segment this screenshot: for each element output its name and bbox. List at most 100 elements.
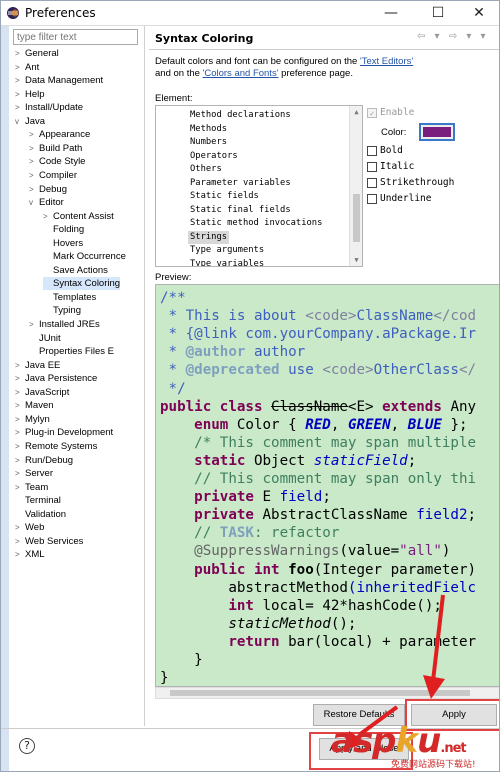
- element-list-item[interactable]: Strings: [188, 230, 230, 244]
- underline-checkbox-row[interactable]: Underline: [367, 193, 431, 206]
- scroll-down-icon[interactable]: ▼: [351, 256, 362, 264]
- tree-item[interactable]: > Server: [15, 467, 53, 480]
- element-list-item[interactable]: Static fields: [188, 190, 261, 203]
- italic-checkbox[interactable]: [367, 161, 377, 172]
- tree-item[interactable]: > Help: [15, 88, 45, 101]
- tree-item[interactable]: > Compiler: [29, 169, 77, 182]
- preview-horizontal-scrollbar[interactable]: [155, 687, 499, 699]
- collapsed-chevron-icon[interactable]: >: [15, 88, 25, 101]
- text-editors-link[interactable]: 'Text Editors': [360, 56, 413, 67]
- collapsed-chevron-icon[interactable]: >: [15, 413, 25, 426]
- tree-item[interactable]: > Maven: [15, 399, 54, 412]
- tree-item[interactable]: Typing: [43, 304, 81, 317]
- strikethrough-checkbox[interactable]: [367, 177, 377, 188]
- collapsed-chevron-icon[interactable]: >: [15, 74, 25, 87]
- element-list-item[interactable]: Operators: [188, 150, 240, 163]
- expanded-chevron-icon[interactable]: v: [15, 115, 25, 128]
- collapsed-chevron-icon[interactable]: >: [15, 548, 25, 561]
- strikethrough-checkbox-row[interactable]: Strikethrough: [367, 177, 454, 190]
- collapsed-chevron-icon[interactable]: >: [15, 535, 25, 548]
- collapsed-chevron-icon[interactable]: >: [15, 386, 25, 399]
- collapsed-chevron-icon[interactable]: >: [29, 169, 39, 182]
- collapsed-chevron-icon[interactable]: >: [29, 318, 39, 331]
- preference-tree[interactable]: > General > Ant > Data Management > Help > Instal…: [9, 47, 139, 567]
- tree-item[interactable]: > Installed JREs: [29, 318, 100, 331]
- collapsed-chevron-icon[interactable]: >: [15, 47, 25, 60]
- collapsed-chevron-icon[interactable]: >: [29, 142, 39, 155]
- collapsed-chevron-icon[interactable]: >: [29, 128, 39, 141]
- bold-checkbox-row[interactable]: Bold: [367, 145, 403, 158]
- italic-checkbox-row[interactable]: Italic: [367, 161, 414, 174]
- close-button[interactable]: ✕: [457, 1, 499, 26]
- tree-item[interactable]: > Ant: [15, 61, 39, 74]
- tree-item[interactable]: > Web Services: [15, 535, 83, 548]
- tree-item[interactable]: > Run/Debug: [15, 454, 73, 467]
- element-list-scrollbar[interactable]: ▲ ▼: [349, 106, 362, 266]
- collapsed-chevron-icon[interactable]: >: [15, 521, 25, 534]
- tree-item[interactable]: Syntax Coloring: [43, 277, 121, 291]
- element-list-item[interactable]: Static method invocations: [188, 217, 324, 230]
- tree-item[interactable]: Validation: [15, 508, 66, 521]
- tree-item[interactable]: > General: [15, 47, 59, 60]
- scroll-thumb[interactable]: [353, 194, 360, 242]
- scroll-thumb[interactable]: [170, 690, 470, 696]
- collapsed-chevron-icon[interactable]: >: [29, 155, 39, 168]
- collapsed-chevron-icon[interactable]: >: [15, 467, 25, 480]
- element-list-item[interactable]: Type variables: [188, 258, 266, 267]
- collapsed-chevron-icon[interactable]: >: [15, 454, 25, 467]
- tree-item[interactable]: v Java: [15, 115, 45, 128]
- tree-item[interactable]: > Data Management: [15, 74, 103, 87]
- tree-item[interactable]: Properties Files E: [29, 345, 114, 358]
- element-list-item[interactable]: Parameter variables: [188, 177, 293, 190]
- enable-checkbox[interactable]: ✓: [367, 107, 377, 118]
- tree-item[interactable]: > Content Assist: [43, 210, 114, 223]
- tree-item[interactable]: > XML: [15, 548, 45, 561]
- filter-input[interactable]: [13, 29, 138, 45]
- tree-item[interactable]: Terminal: [15, 494, 61, 507]
- color-picker-button[interactable]: [419, 123, 455, 141]
- scroll-up-icon[interactable]: ▲: [351, 108, 362, 116]
- collapsed-chevron-icon[interactable]: >: [43, 210, 53, 223]
- tree-item[interactable]: > Appearance: [29, 128, 90, 141]
- tree-item[interactable]: Hovers: [43, 237, 83, 250]
- element-list-item[interactable]: Type arguments: [188, 244, 266, 257]
- tree-item[interactable]: > Java EE: [15, 359, 60, 372]
- collapsed-chevron-icon[interactable]: >: [15, 481, 25, 494]
- history-navigation[interactable]: ⇦ ▾ ⇨ ▾ ▾: [417, 31, 489, 42]
- tree-item[interactable]: > Build Path: [29, 142, 82, 155]
- tree-item[interactable]: > Debug: [29, 183, 67, 196]
- tree-item[interactable]: JUnit: [29, 332, 61, 345]
- tree-item[interactable]: > JavaScript: [15, 386, 69, 399]
- maximize-button[interactable]: ☐: [416, 1, 460, 26]
- pane-divider[interactable]: [144, 26, 145, 726]
- collapsed-chevron-icon[interactable]: >: [15, 426, 25, 439]
- tree-item[interactable]: Templates: [43, 291, 96, 304]
- collapsed-chevron-icon[interactable]: >: [15, 359, 25, 372]
- element-list-item[interactable]: Methods: [188, 123, 229, 136]
- tree-item[interactable]: > Mylyn: [15, 413, 50, 426]
- collapsed-chevron-icon[interactable]: >: [15, 61, 25, 74]
- tree-item[interactable]: > Team: [15, 481, 48, 494]
- tree-item[interactable]: Save Actions: [43, 264, 108, 277]
- minimize-button[interactable]: —: [369, 1, 413, 26]
- help-icon[interactable]: ?: [19, 738, 35, 754]
- element-list-item[interactable]: Static final fields: [188, 204, 293, 217]
- element-list-item[interactable]: Others: [188, 163, 224, 176]
- tree-item[interactable]: > Web: [15, 521, 44, 534]
- expanded-chevron-icon[interactable]: v: [29, 196, 39, 209]
- collapsed-chevron-icon[interactable]: >: [15, 101, 25, 114]
- tree-item[interactable]: Mark Occurrence: [43, 250, 126, 263]
- bold-checkbox[interactable]: [367, 145, 377, 156]
- enable-checkbox-row[interactable]: ✓ Enable: [367, 107, 414, 120]
- tree-item[interactable]: > Code Style: [29, 155, 85, 168]
- element-list[interactable]: ▲ ▼ Method declarations Methods Numbers Ope…: [155, 105, 363, 267]
- element-list-item[interactable]: Numbers: [188, 136, 229, 149]
- tree-item[interactable]: > Install/Update: [15, 101, 83, 114]
- tree-item[interactable]: v Editor: [29, 196, 64, 209]
- underline-checkbox[interactable]: [367, 193, 377, 204]
- element-list-item[interactable]: Method declarations: [188, 109, 293, 122]
- tree-item[interactable]: Folding: [43, 223, 84, 236]
- tree-item[interactable]: > Plug-in Development: [15, 426, 113, 439]
- tree-item[interactable]: > Remote Systems: [15, 440, 97, 453]
- tree-item[interactable]: > Java Persistence: [15, 372, 97, 385]
